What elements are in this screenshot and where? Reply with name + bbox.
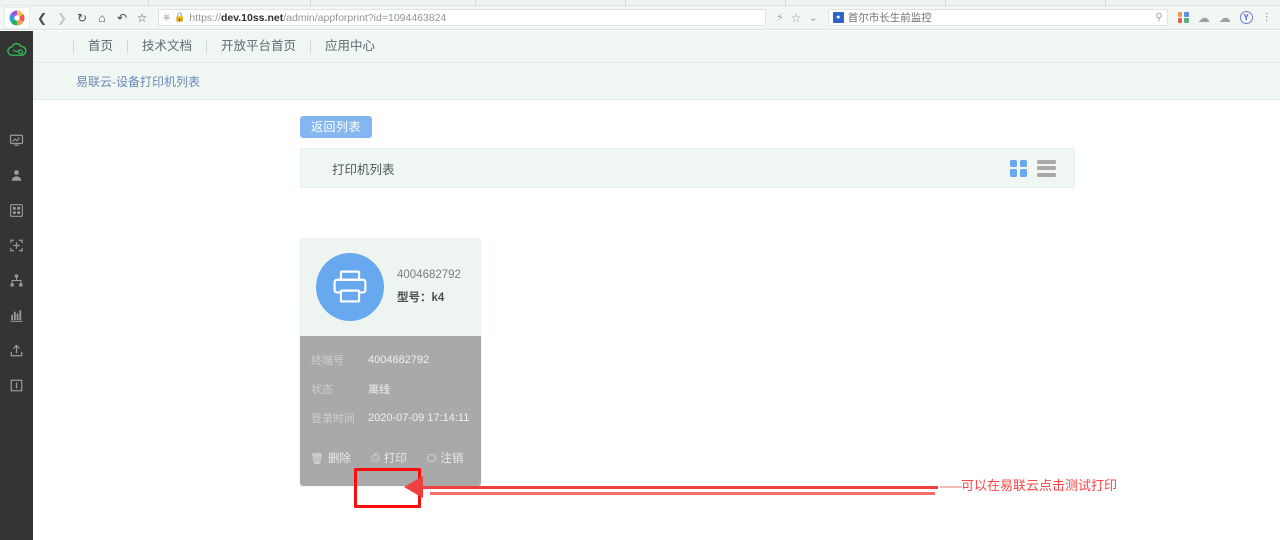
nav-link-home[interactable]: 首页 [73,40,127,53]
logout-action[interactable]: ⎔ 注销 [427,450,464,466]
sidebar-item-user[interactable] [0,158,33,193]
trash-icon: 🗑 [310,452,324,465]
printer-list-panel-header: 打印机列表 [300,148,1075,188]
green-cloud-logo[interactable] [0,35,33,65]
printer-card-body: 终端号 4004682792 状态 离线 登录时间 2020-07-09 17:… [300,336,481,486]
detail-row-status: 状态 离线 [300,381,481,397]
printer-card-actions: 🗑 删除 ⎙ 打印 ⎔ 注销 [300,450,481,466]
detail-row-terminal: 终端号 4004682792 [300,352,481,368]
annotation-line-secondary [430,492,935,495]
status-badge: 离线 [368,381,390,397]
tab-separator [475,0,476,6]
search-value: 首尔市长生前监控 [848,10,1156,25]
tab-strip[interactable] [0,0,1280,6]
page-content: 首页 技术文档 开放平台首页 应用中心 易联云-设备打印机列表 返回列表 打印机… [0,31,1280,540]
detail-value: 4004682792 [368,354,429,366]
extension-icons: ☁ ☁ Y ⋮ [1178,11,1272,25]
star-icon[interactable]: ☆ [132,8,152,28]
main-content: 首页 技术文档 开放平台首页 应用中心 易联云-设备打印机列表 返回列表 打印机… [33,31,1280,540]
search-icon[interactable]: ⚲ [1155,12,1162,23]
printer-card-meta: 4004682792 型号：k4 [397,269,461,305]
cloud-icon[interactable]: ☁ [1219,11,1231,25]
lock-icon: 🔒 [174,12,185,23]
cloud-icon[interactable]: ☁ [1198,11,1210,25]
tab-separator [1105,0,1106,6]
delete-action[interactable]: 🗑 删除 [310,450,351,466]
view-toggle-group [1010,160,1056,177]
url-host: dev.10ss.net [221,12,283,24]
detail-value: 2020-07-09 17:14:11 [368,412,469,424]
back-to-list-button[interactable]: 返回列表 [300,116,372,138]
tab-separator [148,0,149,6]
main-area: 返回列表 打印机列表 [33,100,1280,486]
printer-icon [316,253,384,321]
reload-icon[interactable]: ↻ [72,8,92,28]
url-path: /admin/appforprint?id=1094463824 [283,12,446,24]
profile-circle-icon[interactable]: Y [1240,11,1253,24]
shield-icon: ⎈ [163,12,170,23]
logout-label: 注销 [440,450,463,466]
tab-separator [310,0,311,6]
printer-card[interactable]: 4004682792 型号：k4 终端号 4004682792 状态 离线 [300,238,481,486]
apps-grid-icon[interactable] [1178,12,1189,23]
detail-key: 登录时间 [311,410,368,426]
tab-separator [785,0,786,6]
annotation-line [418,486,938,489]
sidebar-item-upload[interactable] [0,333,33,368]
detail-key: 状态 [311,381,368,397]
star-outline-icon[interactable]: ☆ [791,11,802,25]
omnibox-actions: ⚡ ☆ ⌄ [776,11,818,25]
logout-icon: ⎔ [427,452,437,465]
menu-icon[interactable]: ⋮ [1262,12,1272,23]
printer-card-header: 4004682792 型号：k4 [300,238,481,336]
list-view-icon[interactable] [1037,160,1056,177]
left-arrow-annotation [404,476,423,498]
address-bar[interactable]: ⎈ 🔒 https:// dev.10ss.net /admin/appforp… [158,9,766,26]
printer-model: 型号：k4 [397,289,461,305]
360-browser-logo [4,7,30,29]
panel-title: 打印机列表 [332,159,395,178]
nav-link-appcenter[interactable]: 应用中心 [310,40,389,53]
app-sidebar [0,31,33,540]
tab-separator [625,0,626,6]
sidebar-item-monitor[interactable] [0,123,33,158]
detail-row-logintime: 登录时间 2020-07-09 17:14:11 [300,410,481,426]
annotation-tail [940,486,962,488]
nav-link-docs[interactable]: 技术文档 [127,40,206,53]
detail-key: 终端号 [311,352,368,368]
sidebar-item-stats[interactable] [0,298,33,333]
browser-toolbar: ❮ ❯ ↻ ⌂ ↶ ☆ ⎈ 🔒 https:// dev.10ss.net /a… [0,6,1280,30]
sidebar-item-add[interactable] [0,228,33,263]
back-icon[interactable]: ❮ [32,8,52,28]
chevron-down-icon[interactable]: ⌄ [809,11,818,24]
tab-separator [945,0,946,6]
print-label: 打印 [384,450,407,466]
grid-view-icon[interactable] [1010,160,1027,177]
browser-window: ❮ ❯ ↻ ⌂ ↶ ☆ ⎈ 🔒 https:// dev.10ss.net /a… [0,0,1280,540]
nav-link-platform[interactable]: 开放平台首页 [206,40,310,53]
print-action[interactable]: ⎙ 打印 [371,450,407,466]
sidebar-item-apps[interactable] [0,193,33,228]
search-input[interactable]: ● 首尔市长生前监控 ⚲ [828,9,1168,26]
home-icon[interactable]: ⌂ [92,8,112,28]
print-icon: ⎙ [371,452,380,465]
search-engine-favicon: ● [833,12,844,23]
top-navigation: 首页 技术文档 开放平台首页 应用中心 [33,31,1280,63]
sidebar-item-sitemap[interactable] [0,263,33,298]
delete-label: 删除 [328,450,351,466]
sidebar-item-info[interactable] [0,368,33,403]
url-scheme: https:// [189,12,221,24]
annotation-text: 可以在易联云点击测试打印 [961,475,1117,494]
breadcrumb-bar: 易联云-设备打印机列表 [33,63,1280,100]
printer-serial: 4004682792 [397,269,461,281]
forward-icon[interactable]: ❯ [52,8,72,28]
breadcrumb[interactable]: 易联云-设备打印机列表 [76,73,200,90]
history-back-icon[interactable]: ↶ [112,8,132,28]
lightning-icon[interactable]: ⚡ [776,11,784,24]
